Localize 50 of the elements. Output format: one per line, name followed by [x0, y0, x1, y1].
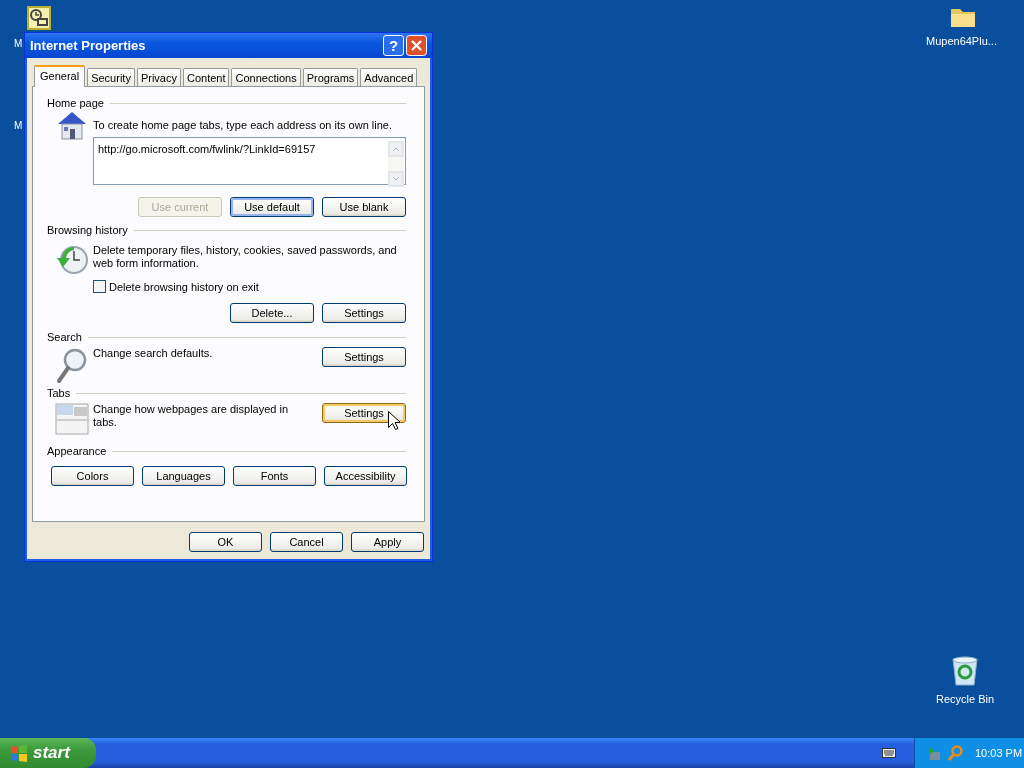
- tab[interactable]: Advanced: [360, 68, 418, 86]
- windows-logo-icon: [10, 744, 28, 762]
- section-title: Home page: [47, 97, 104, 109]
- button[interactable]: Cancel: [270, 532, 343, 552]
- start-button[interactable]: start: [0, 738, 96, 768]
- section-title: Search: [47, 331, 82, 343]
- button[interactable]: Delete...: [230, 303, 314, 323]
- desktop-icon-label[interactable]: M: [14, 38, 23, 49]
- keyboard-icon[interactable]: [882, 748, 896, 758]
- button[interactable]: Settings: [322, 403, 406, 423]
- checkbox-label[interactable]: Delete browsing history on exit: [109, 280, 259, 293]
- description: Change search defaults.: [93, 346, 214, 360]
- address-field[interactable]: http://go.microsoft.com/fwlink/?LinkId=69157: [93, 137, 406, 185]
- tab[interactable]: Content: [182, 68, 230, 86]
- button[interactable]: Apply: [351, 532, 424, 552]
- desktop-icon-label[interactable]: M: [14, 120, 23, 131]
- clock-icon: [55, 244, 89, 276]
- section-title: Browsing history: [47, 224, 128, 236]
- button[interactable]: OK: [189, 532, 262, 552]
- close-icon[interactable]: [406, 35, 427, 56]
- window-title: Internet Properties: [30, 38, 147, 53]
- tab[interactable]: Programs: [302, 68, 359, 86]
- clock: 10:03 PM: [975, 747, 1023, 759]
- section-title: Tabs: [47, 387, 71, 399]
- help-button[interactable]: ?: [383, 35, 404, 56]
- button[interactable]: Accessibility: [324, 466, 407, 486]
- checkbox[interactable]: [93, 280, 106, 293]
- description: To create home page tabs, type each address on its own line.: [93, 119, 393, 132]
- clock-card-icon: [26, 5, 52, 31]
- button[interactable]: Use default: [230, 197, 314, 217]
- tab[interactable]: Security: [87, 68, 135, 86]
- desktop-icon-label[interactable]: Recycle Bin: [936, 693, 995, 705]
- button[interactable]: Settings: [322, 303, 406, 323]
- description: Delete temporary files, history, cookies, saved passwords, and web form information.: [93, 244, 398, 270]
- button[interactable]: Languages: [142, 466, 225, 486]
- button[interactable]: Use blank: [322, 197, 406, 217]
- button[interactable]: Colors: [51, 466, 134, 486]
- tabs-window-icon: [55, 403, 89, 435]
- scrollbar-drawing: [388, 141, 404, 187]
- cursor-icon: [388, 411, 400, 430]
- tab[interactable]: Connections: [231, 68, 301, 86]
- tab[interactable]: Privacy: [136, 68, 181, 86]
- tab[interactable]: General: [34, 65, 86, 87]
- desktop-icon-label[interactable]: Mupen64Plu...: [926, 35, 997, 47]
- recycle-bin-icon: [950, 655, 981, 687]
- section-title: Appearance: [47, 445, 107, 457]
- description: Change how webpages are displayed in tabs.: [93, 402, 290, 429]
- button[interactable]: Fonts: [233, 466, 316, 486]
- button[interactable]: Settings: [322, 347, 406, 367]
- magnifier-icon: [55, 347, 89, 385]
